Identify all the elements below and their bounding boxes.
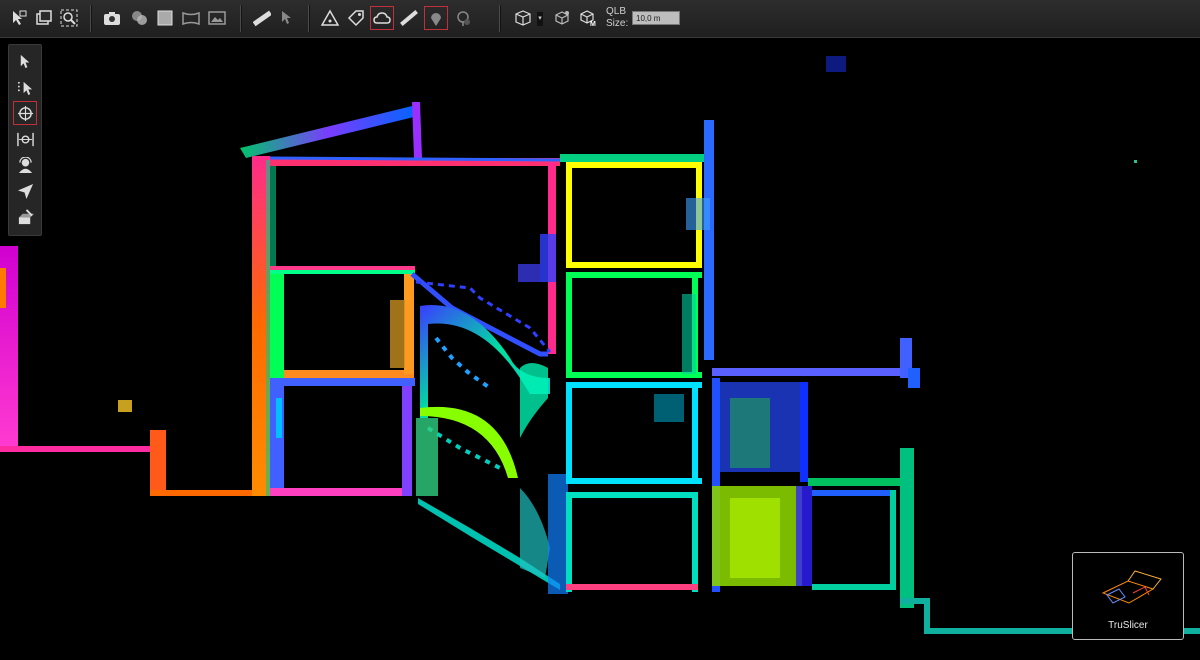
- truslicer-thumbnail[interactable]: TruSlicer: [1072, 552, 1184, 640]
- target-settings-icon[interactable]: [452, 7, 474, 29]
- size-input[interactable]: 10,0 m: [632, 11, 680, 25]
- point-cloud-viewport[interactable]: [0, 38, 1200, 660]
- toolbar-separator: [499, 5, 501, 32]
- toolbar-separator: [90, 5, 92, 32]
- image-icon[interactable]: [206, 7, 228, 29]
- tag-icon[interactable]: [345, 7, 367, 29]
- svg-text:M: M: [590, 21, 596, 27]
- truslicer-preview-icon: [1101, 570, 1162, 604]
- location-pin-icon[interactable]: [424, 6, 448, 30]
- warning-triangle-icon[interactable]: [319, 7, 341, 29]
- panorama-icon[interactable]: [180, 7, 202, 29]
- measure-ruler-icon[interactable]: [251, 7, 273, 29]
- pencil-measure-icon[interactable]: [398, 7, 420, 29]
- cube-view-icon[interactable]: [512, 7, 534, 29]
- square-view-icon[interactable]: [154, 7, 176, 29]
- size-label: Size:: [606, 18, 629, 29]
- cube-m-icon[interactable]: M: [578, 7, 600, 29]
- cloud-icon[interactable]: [370, 6, 394, 30]
- truslicer-label: TruSlicer: [1108, 620, 1148, 631]
- cube-view-dropdown[interactable]: ▾: [537, 12, 543, 26]
- building-section-point-cloud: [0, 56, 1200, 634]
- window-tool-icon[interactable]: [33, 7, 55, 29]
- select-tool-icon[interactable]: [8, 7, 30, 29]
- qlb-size-label: QLB Size:: [606, 6, 628, 30]
- zoom-extent-icon[interactable]: [58, 7, 80, 29]
- camera-icon[interactable]: [101, 7, 123, 29]
- toolbar-separator: [240, 5, 242, 32]
- color-wheel-icon[interactable]: [128, 7, 150, 29]
- toolbar-separator: [308, 5, 310, 32]
- cube-rotate-icon[interactable]: [551, 7, 573, 29]
- qlb-label: QLB: [606, 6, 627, 17]
- pick-point-icon[interactable]: [276, 7, 298, 29]
- main-toolbar: ▾ M QLB Size: 10,0 m: [0, 0, 1200, 38]
